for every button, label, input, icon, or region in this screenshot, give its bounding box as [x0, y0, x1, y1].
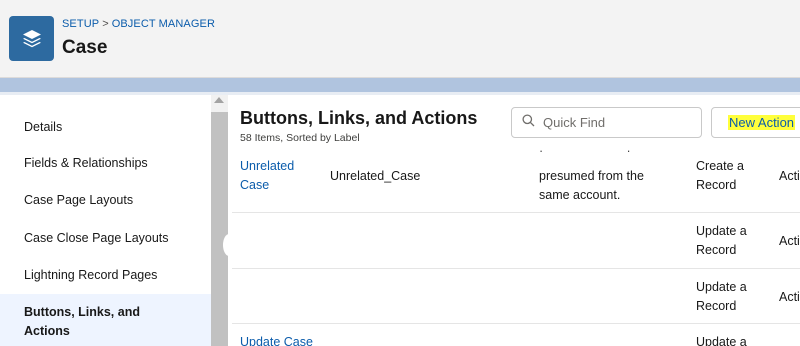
- row-4-action-label-link[interactable]: Update Case: [240, 333, 320, 346]
- row-1-description: presumed from the same account.: [539, 169, 644, 202]
- quick-find-box[interactable]: [511, 107, 702, 138]
- new-action-label: New Action: [728, 115, 796, 130]
- quick-find-input[interactable]: [543, 115, 693, 130]
- table-row-divider: [232, 212, 800, 213]
- row-2-type: Update a Record: [696, 224, 747, 257]
- new-action-button[interactable]: New Action: [711, 107, 800, 138]
- table-row-divider: [232, 268, 800, 269]
- sidebar-item-lightning-record-pages[interactable]: Lightning Record Pages: [0, 265, 211, 285]
- row-1-type: Create a Record: [696, 159, 744, 192]
- section-title: Buttons, Links, and Actions: [240, 108, 478, 128]
- breadcrumb-separator: >: [102, 18, 109, 30]
- breadcrumb: SETUP > OBJECT MANAGER: [62, 18, 215, 30]
- row-2-action-type: Acti: [779, 234, 800, 248]
- scroll-up-arrow-icon[interactable]: [214, 97, 224, 103]
- panel-collapse-handle[interactable]: [223, 234, 235, 256]
- sidebar-item-case-page-layouts[interactable]: Case Page Layouts: [0, 190, 211, 210]
- row-1-api-name: Unrelated_Case: [330, 169, 421, 183]
- header-band: [0, 78, 800, 92]
- breadcrumb-object-manager-link[interactable]: OBJECT MANAGER: [112, 18, 215, 30]
- row-3-type: Update a Record: [696, 280, 747, 313]
- breadcrumb-setup-link[interactable]: SETUP: [62, 18, 99, 30]
- row-4-type: Update a: [696, 335, 747, 346]
- row-1-action-label-link[interactable]: Unrelated Case: [240, 157, 310, 195]
- sidebar-item-fields-relationships[interactable]: Fields & Relationships: [0, 153, 211, 173]
- page-title: Case: [62, 37, 108, 58]
- sidebar-scrollbar-thumb[interactable]: [211, 112, 228, 346]
- search-icon: [522, 113, 535, 132]
- row-3-action-type: Acti: [779, 290, 800, 304]
- object-manager-header: SETUP > OBJECT MANAGER Case: [0, 0, 800, 78]
- layers-icon: [9, 16, 54, 61]
- sidebar-item-case-close-page-layouts[interactable]: Case Close Page Layouts: [0, 228, 211, 248]
- sidebar-item-details[interactable]: Details: [0, 117, 211, 137]
- section-subtitle: 58 Items, Sorted by Label: [240, 132, 360, 144]
- row-1-description-cutoff: · ·: [539, 148, 669, 153]
- table-row-divider: [232, 323, 800, 324]
- sidebar-item-buttons-links-actions[interactable]: Buttons, Links, and Actions: [0, 294, 211, 346]
- row-1-action-type: Acti: [779, 169, 800, 183]
